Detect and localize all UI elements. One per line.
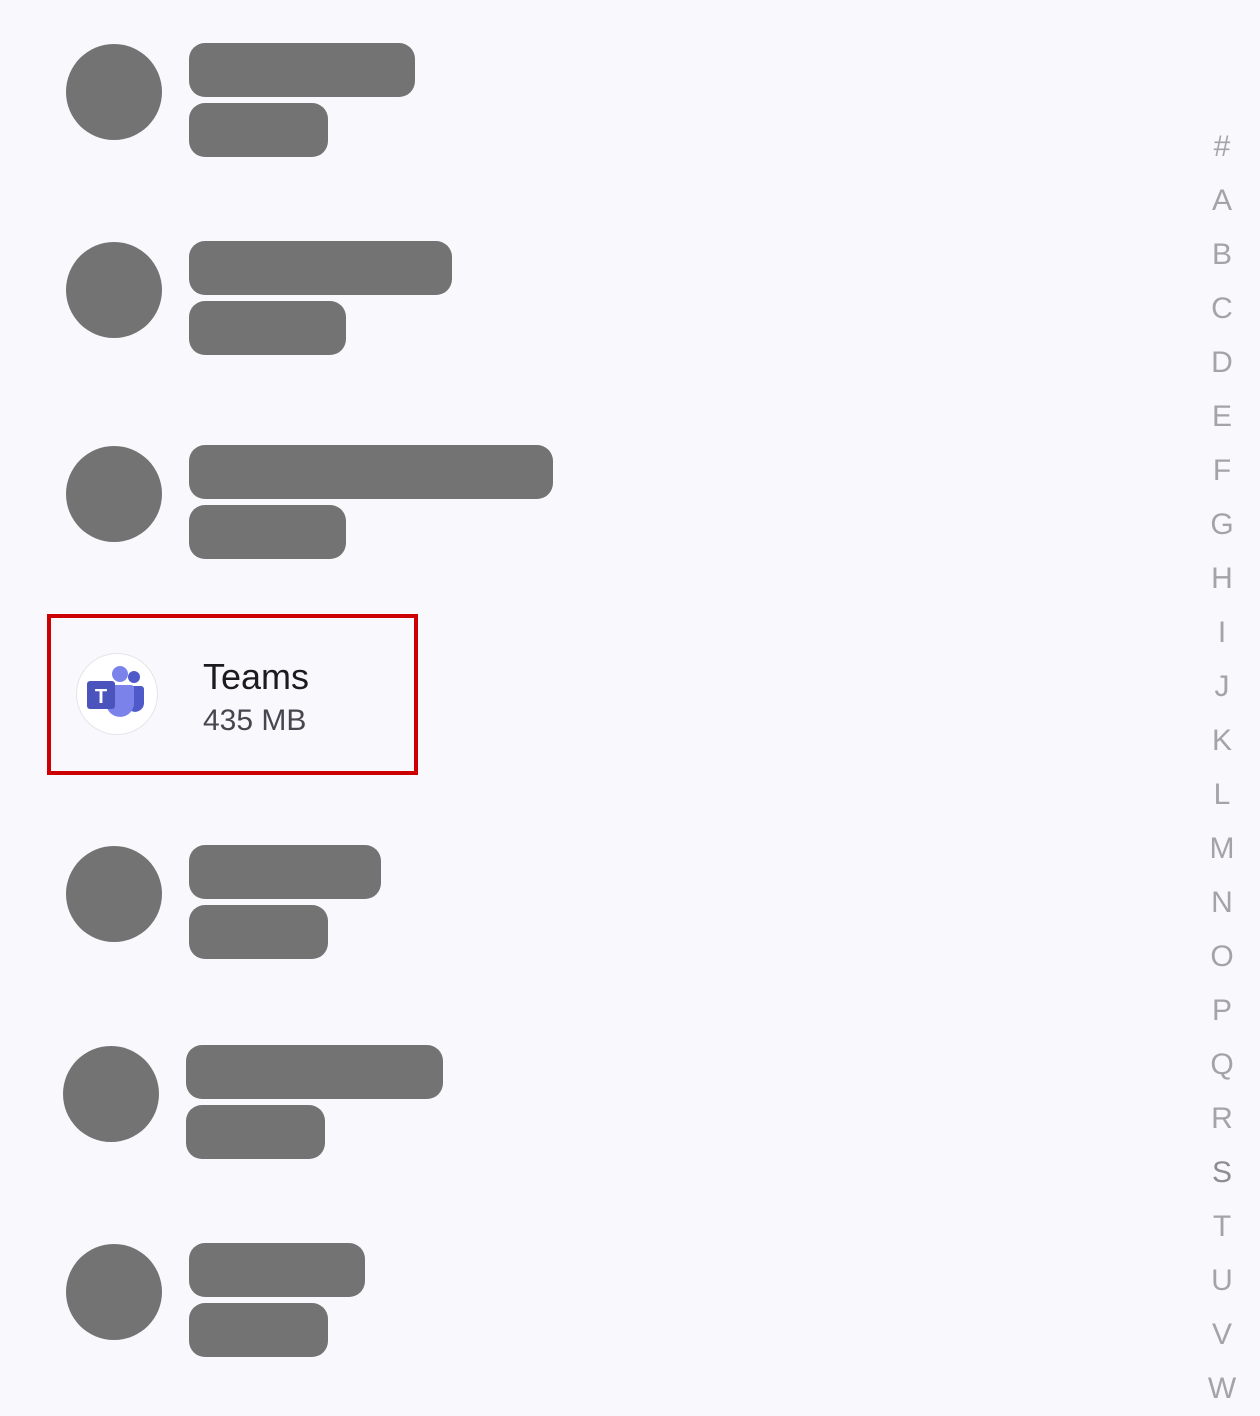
microsoft-teams-icon: T [76, 653, 158, 735]
app-icon-placeholder [66, 846, 162, 942]
alphabet-scroll-index[interactable]: # A B C D E F G H I J K L M N O P Q R S T U V W [1200, 120, 1244, 1416]
app-icon-placeholder [66, 1244, 162, 1340]
app-size-placeholder [189, 905, 328, 959]
svg-text:T: T [95, 686, 107, 708]
alpha-index-letter[interactable]: Q [1200, 1038, 1244, 1092]
app-icon-placeholder [66, 242, 162, 338]
alpha-index-letter[interactable]: D [1200, 336, 1244, 390]
alpha-index-letter[interactable]: O [1200, 930, 1244, 984]
app-name-placeholder [189, 241, 452, 295]
alpha-index-letter[interactable]: H [1200, 552, 1244, 606]
alpha-index-letter[interactable]: A [1200, 174, 1244, 228]
app-size-placeholder [186, 1105, 325, 1159]
alpha-index-letter[interactable]: B [1200, 228, 1244, 282]
alpha-index-letter[interactable]: R [1200, 1092, 1244, 1146]
alpha-index-letter[interactable]: C [1200, 282, 1244, 336]
alpha-index-letter[interactable]: U [1200, 1254, 1244, 1308]
alpha-index-letter[interactable]: L [1200, 768, 1244, 822]
alpha-index-letter[interactable]: M [1200, 822, 1244, 876]
alpha-index-letter[interactable]: N [1200, 876, 1244, 930]
app-size-placeholder [189, 301, 346, 355]
alpha-index-letter[interactable]: # [1200, 120, 1244, 174]
app-icon-placeholder [66, 44, 162, 140]
alpha-index-letter[interactable]: E [1200, 390, 1244, 444]
app-size-placeholder [189, 505, 346, 559]
app-list-item-teams[interactable]: T Teams 435 MB [47, 614, 418, 775]
alpha-index-letter[interactable]: J [1200, 660, 1244, 714]
alpha-index-letter[interactable]: P [1200, 984, 1244, 1038]
app-name-placeholder [189, 1243, 365, 1297]
alpha-index-letter[interactable]: T [1200, 1200, 1244, 1254]
app-name-placeholder [189, 43, 415, 97]
alpha-index-letter[interactable]: K [1200, 714, 1244, 768]
alpha-index-letter[interactable]: W [1200, 1362, 1244, 1416]
app-size: 435 MB [203, 704, 307, 737]
app-name-placeholder [189, 845, 381, 899]
alpha-index-letter[interactable]: F [1200, 444, 1244, 498]
app-name: Teams [203, 656, 310, 697]
alpha-index-letter[interactable]: I [1200, 606, 1244, 660]
app-icon-placeholder [66, 446, 162, 542]
app-icon-placeholder [63, 1046, 159, 1142]
app-size-placeholder [189, 1303, 328, 1357]
app-name-placeholder [186, 1045, 443, 1099]
alpha-index-letter[interactable]: S [1200, 1146, 1244, 1200]
app-size-placeholder [189, 103, 328, 157]
alpha-index-letter[interactable]: G [1200, 498, 1244, 552]
alpha-index-letter[interactable]: V [1200, 1308, 1244, 1362]
app-name-placeholder [189, 445, 553, 499]
